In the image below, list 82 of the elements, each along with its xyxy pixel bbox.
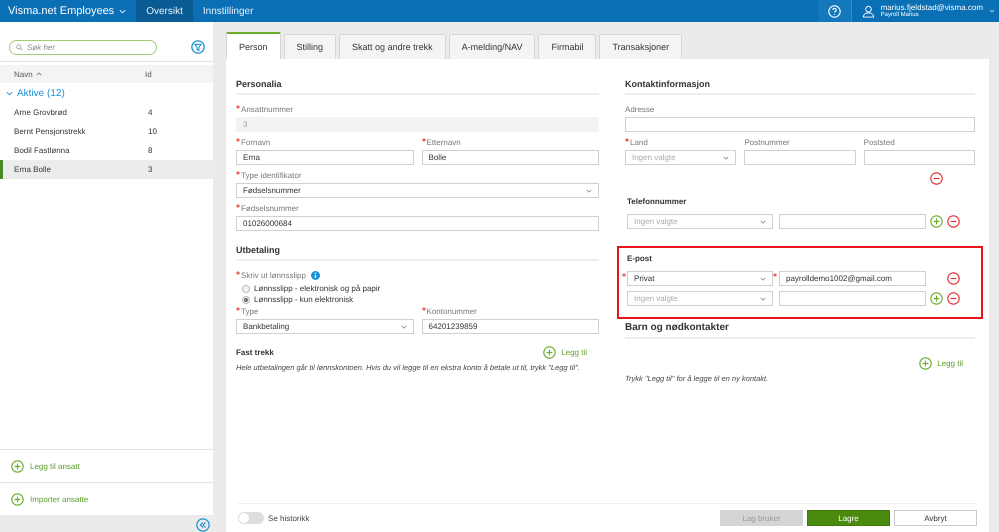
field-label: Adresse: [625, 104, 654, 114]
help-icon[interactable]: [828, 4, 841, 18]
section-title: Personalia: [236, 79, 599, 95]
subsection-title: E-post: [627, 254, 653, 263]
caret-icon: [760, 220, 766, 224]
column-header[interactable]: Navn: [14, 70, 33, 78]
tab[interactable]: Transaksjoner: [599, 34, 682, 59]
user-icon[interactable]: [862, 4, 875, 18]
caret-icon: [760, 276, 766, 280]
subsection-title: Telefonnummer: [627, 197, 688, 206]
text-field[interactable]: [744, 150, 856, 165]
history-toggle[interactable]: Se historikk: [238, 512, 310, 524]
user-email: marius.fjeldstad@visma.com: [880, 4, 983, 12]
field-label: Fødselsnummer: [241, 204, 299, 212]
field-label: Land: [630, 138, 648, 146]
filter-icon[interactable]: [191, 40, 205, 54]
tab[interactable]: Firmabil: [538, 34, 596, 59]
employee-row[interactable]: Arne Grovbrød 4: [0, 103, 213, 122]
employee-row[interactable]: Bodil Fastlønna 8: [0, 141, 213, 160]
remove-icon[interactable]: [947, 272, 960, 285]
tab[interactable]: A-melding/NAV: [448, 34, 536, 59]
tab[interactable]: Stilling: [284, 34, 336, 59]
readonly-field: 3: [236, 117, 599, 132]
nav-tab[interactable]: Innstillinger: [192, 0, 264, 22]
remove-icon[interactable]: [947, 292, 960, 305]
add-icon[interactable]: [930, 215, 943, 228]
field-label: Skriv ut lønnsslipp: [241, 270, 306, 280]
info-icon[interactable]: [310, 270, 320, 280]
radio-option[interactable]: Lønnsslipp - elektronisk og på papir: [236, 283, 599, 294]
text-field[interactable]: [779, 291, 926, 306]
select-field[interactable]: Fødselsnummer: [236, 183, 599, 198]
sort-icon: [36, 72, 42, 76]
subsection-title: Fast trekk: [236, 348, 274, 357]
caret-icon: [586, 188, 592, 192]
text-field[interactable]: [625, 117, 975, 132]
remove-icon[interactable]: [947, 215, 960, 228]
plus-icon: [919, 357, 932, 370]
field-label: Type: [241, 306, 258, 316]
field-label: Etternavn: [426, 138, 461, 146]
search-icon: [16, 44, 23, 50]
app-menu[interactable]: Visma.net Employees: [0, 0, 136, 22]
collapse-icon[interactable]: [196, 518, 210, 532]
remove-icon[interactable]: [930, 172, 943, 185]
search-field[interactable]: Søk her: [9, 40, 157, 54]
section-title: Utbetaling: [236, 245, 599, 261]
select-field[interactable]: Privat: [627, 271, 773, 286]
employee-row[interactable]: Erna Bolle 3: [0, 160, 213, 179]
field-label: Fornavn: [241, 138, 270, 146]
caret-icon: [400, 324, 406, 328]
plus-icon: [11, 492, 24, 506]
field-label: Type identifikator: [241, 170, 302, 180]
column-header[interactable]: Id: [145, 70, 213, 78]
nav-tab[interactable]: Oversikt: [136, 0, 193, 22]
text-field[interactable]: 64201239859: [422, 319, 599, 334]
text-field[interactable]: [779, 214, 926, 229]
employee-row[interactable]: Bernt Pensjonstrekk 10: [0, 122, 213, 141]
plus-icon: [11, 460, 24, 472]
field-label: Postnummer: [744, 138, 790, 146]
text-field[interactable]: Bolle: [422, 150, 599, 165]
caret-icon: [760, 296, 766, 300]
group-label[interactable]: Aktive (12): [17, 88, 65, 98]
tab[interactable]: Skatt og andre trekk: [339, 34, 446, 59]
add-icon[interactable]: [930, 292, 943, 305]
section-title: Kontaktinformasjon: [625, 79, 975, 95]
caret-icon: [723, 156, 730, 160]
text-field[interactable]: Erna: [236, 150, 414, 165]
field-label: Ansattnummer: [241, 104, 294, 114]
field-label: Poststed: [864, 138, 895, 146]
tab[interactable]: Person: [226, 32, 281, 59]
text-field[interactable]: [864, 150, 975, 165]
text-field[interactable]: 01026000684: [236, 216, 599, 231]
text-field[interactable]: payrolldemo1002@gmail.com: [779, 271, 926, 286]
plus-icon: [543, 346, 556, 359]
select-field[interactable]: Bankbetaling: [236, 319, 414, 334]
required-icon: [773, 273, 777, 277]
action-button[interactable]: Lagre: [807, 510, 890, 526]
radio-option[interactable]: Lønnsslipp - kun elektronisk: [236, 294, 599, 305]
field-label: Kontonummer: [426, 306, 477, 316]
section-title: Barn og nødkontakter: [625, 322, 975, 339]
caret-icon: [119, 8, 126, 14]
action-button[interactable]: Avbryt: [894, 510, 977, 526]
caret-icon[interactable]: [6, 90, 13, 96]
